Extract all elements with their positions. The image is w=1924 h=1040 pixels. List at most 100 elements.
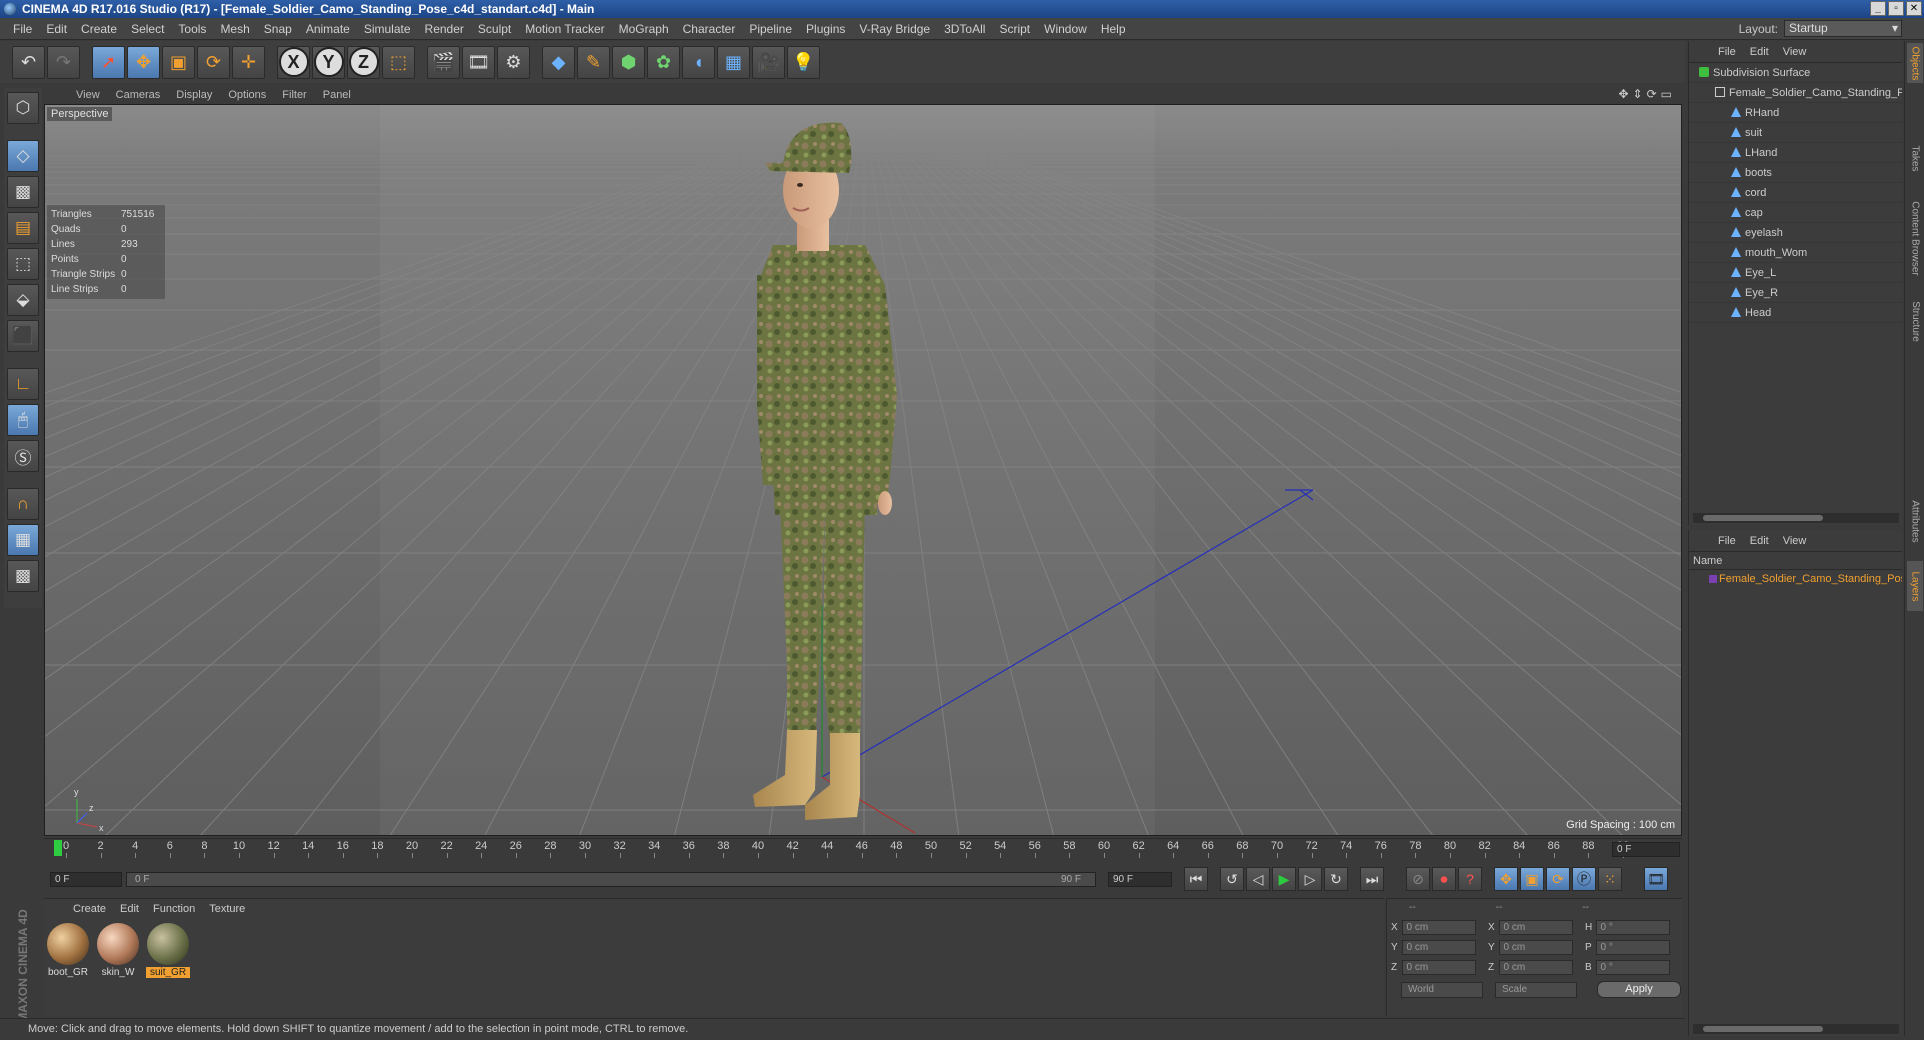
side-tab-structure[interactable]: Structure — [1907, 291, 1923, 351]
viewport-menu-cameras[interactable]: Cameras — [108, 89, 169, 101]
previous-key-icon[interactable]: ↺ — [1220, 867, 1244, 891]
coordinate-system-icon[interactable]: ⬚ — [382, 45, 415, 79]
polygons-mode-icon[interactable]: ⬛ — [7, 320, 39, 352]
mograph-cloner-icon[interactable]: ✿ — [647, 45, 680, 79]
camera-icon[interactable]: 🎥 — [752, 45, 785, 79]
layer-menu-view[interactable]: View — [1776, 535, 1814, 547]
object-tree-item[interactable]: boots — [1689, 163, 1902, 183]
subdivision-surface-icon[interactable]: ⬢ — [612, 45, 645, 79]
coordinate-space-dropdown[interactable]: World — [1401, 981, 1483, 998]
menu-tools[interactable]: Tools — [171, 18, 213, 40]
material-skin-w[interactable]: skin_W — [96, 923, 140, 978]
menu-mograph[interactable]: MoGraph — [612, 18, 676, 40]
object-tree-item[interactable]: suit — [1689, 123, 1902, 143]
scale-tool-icon[interactable]: ▣ — [162, 45, 195, 79]
record-active-objects-icon[interactable]: ⏺ — [1432, 867, 1456, 891]
menu-help[interactable]: Help — [1094, 18, 1133, 40]
workplane-lock-icon[interactable]: ▦ — [7, 524, 39, 556]
dolly-icon[interactable]: ⇕ — [1633, 87, 1643, 101]
object-tree-item[interactable]: cap — [1689, 203, 1902, 223]
material-suit-gr[interactable]: suit_GR — [146, 923, 190, 978]
floor-icon[interactable]: ▦ — [717, 45, 750, 79]
object-tree-item[interactable]: Subdivision Surface — [1689, 63, 1902, 83]
menu-render[interactable]: Render — [418, 18, 471, 40]
next-frame-icon[interactable]: ▷ — [1298, 867, 1322, 891]
start-frame-field[interactable]: 0 F — [50, 872, 122, 887]
record-point-level-icon[interactable]: ⁙ — [1598, 867, 1622, 891]
coordinate-value-field[interactable]: 0 cm — [1498, 939, 1573, 955]
viewport-menu-options[interactable]: Options — [220, 89, 274, 101]
locked-workplane-icon[interactable]: ▩ — [7, 560, 39, 592]
coordinate-value-field[interactable]: 0 ° — [1595, 919, 1670, 935]
layer-row[interactable]: Female_Soldier_Camo_Standing_Pose — [1689, 570, 1902, 588]
layer-menu-file[interactable]: File — [1711, 535, 1743, 547]
material-menu-texture[interactable]: Texture — [202, 903, 252, 915]
menu-file[interactable]: File — [6, 18, 39, 40]
side-tab-layers[interactable]: Layers — [1907, 561, 1923, 611]
viewport-camera-label[interactable]: Perspective — [47, 107, 113, 121]
perspective-viewport[interactable]: y x z Perspective Triangles 751516 Quads 0 L… — [44, 104, 1682, 836]
timeline-window-icon[interactable]: 🎞 — [1644, 867, 1668, 891]
menu-plugins[interactable]: Plugins — [799, 18, 852, 40]
undo-icon[interactable]: ↶ — [12, 45, 45, 79]
apply-button[interactable]: Apply — [1597, 981, 1681, 998]
magnet-icon[interactable]: ∩ — [7, 488, 39, 520]
points-mode-icon[interactable]: ⬚ — [7, 248, 39, 280]
object-tree-item[interactable]: cord — [1689, 183, 1902, 203]
menu-window[interactable]: Window — [1037, 18, 1094, 40]
workplane-mode-icon[interactable]: ▤ — [7, 212, 39, 244]
menu-pipeline[interactable]: Pipeline — [742, 18, 799, 40]
transform-tool-icon[interactable]: ✛ — [232, 45, 265, 79]
record-parameter-icon[interactable]: Ⓟ — [1572, 867, 1596, 891]
move-tool-icon[interactable]: ✥ — [127, 45, 160, 79]
side-tab-attributes[interactable]: Attributes — [1907, 491, 1923, 551]
menu-simulate[interactable]: Simulate — [357, 18, 418, 40]
material-menu-edit[interactable]: Edit — [113, 903, 146, 915]
coordinate-value-field[interactable]: 0 cm — [1401, 959, 1476, 975]
record-scale-icon[interactable]: ▣ — [1520, 867, 1544, 891]
rotate-tool-icon[interactable]: ⟳ — [197, 45, 230, 79]
side-tab-objects[interactable]: Objects — [1907, 43, 1923, 83]
frame-range-slider[interactable]: 0 F 90 F — [126, 872, 1096, 887]
orbit-icon[interactable]: ⟳ — [1647, 87, 1657, 101]
close-button[interactable]: ✕ — [1906, 1, 1922, 16]
menu-script[interactable]: Script — [992, 18, 1037, 40]
render-picture-viewer-icon[interactable]: 🎞 — [462, 45, 495, 79]
object-mode-icon[interactable]: ◇ — [7, 140, 39, 172]
render-settings-icon[interactable]: ⚙ — [497, 45, 530, 79]
menu-select[interactable]: Select — [124, 18, 171, 40]
model-mode-icon[interactable]: ⬡ — [7, 92, 39, 124]
menu-character[interactable]: Character — [676, 18, 743, 40]
snap-icon[interactable]: Ⓢ — [7, 440, 39, 472]
light-icon[interactable]: 💡 — [787, 45, 820, 79]
coordinate-value-field[interactable]: 0 ° — [1595, 939, 1670, 955]
spline-pen-icon[interactable]: ✎ — [577, 45, 610, 79]
scale-mode-dropdown[interactable]: Scale — [1495, 981, 1577, 998]
menu-create[interactable]: Create — [74, 18, 124, 40]
menu-v-ray-bridge[interactable]: V-Ray Bridge — [852, 18, 937, 40]
object-menu-view[interactable]: View — [1776, 46, 1814, 58]
toggle-view-icon[interactable]: ▭ — [1661, 87, 1672, 101]
go-to-start-icon[interactable]: ⏮ — [1184, 867, 1208, 891]
live-selection-icon[interactable]: ➚ — [92, 45, 125, 79]
menu-motion-tracker[interactable]: Motion Tracker — [518, 18, 611, 40]
object-tree-item[interactable]: eyelash — [1689, 223, 1902, 243]
record-off-icon[interactable]: ⊘ — [1406, 867, 1430, 891]
layout-dropdown[interactable]: Startup — [1784, 20, 1902, 37]
cube-primitive-icon[interactable]: ◆ — [542, 45, 575, 79]
record-rotation-icon[interactable]: ⟳ — [1546, 867, 1570, 891]
object-tree-item[interactable]: Female_Soldier_Camo_Standing_Pose — [1689, 83, 1902, 103]
side-tab-takes[interactable]: Takes — [1907, 131, 1923, 186]
menu-mesh[interactable]: Mesh — [213, 18, 256, 40]
object-tree-item[interactable]: RHand — [1689, 103, 1902, 123]
menu-edit[interactable]: Edit — [39, 18, 74, 40]
coordinate-value-field[interactable]: 0 ° — [1595, 959, 1670, 975]
viewport-menu-view[interactable]: View — [68, 89, 108, 101]
tweak-mode-icon[interactable]: 🖱 — [7, 404, 39, 436]
pan-icon[interactable]: ✥ — [1618, 87, 1628, 101]
redo-icon[interactable]: ↷ — [47, 45, 80, 79]
viewport-menu-filter[interactable]: Filter — [274, 89, 314, 101]
material-menu-create[interactable]: Create — [66, 903, 113, 915]
layer-menu-edit[interactable]: Edit — [1743, 535, 1776, 547]
end-frame-field[interactable]: 90 F — [1108, 872, 1172, 887]
